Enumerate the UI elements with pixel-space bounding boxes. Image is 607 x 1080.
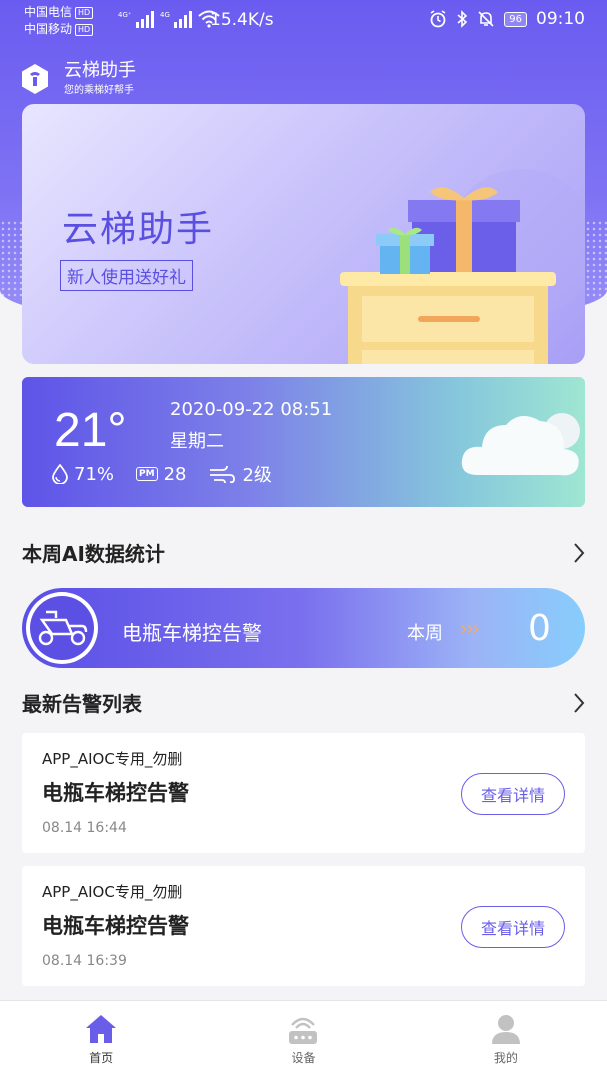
bluetooth-icon <box>457 10 468 28</box>
status-bar: 中国电信 HD 中国移动 HD 4G⁺ 4G 15.4K/s 96 09:10 <box>0 0 607 42</box>
signal-4g-icon: 4G⁺ <box>118 11 154 28</box>
decor-dots-right <box>585 220 607 300</box>
carrier-2: 中国移动 <box>24 22 73 36</box>
app-logo-icon <box>22 64 48 94</box>
weekly-stats-title: 本周AI数据统计 <box>22 542 165 566</box>
mute-icon <box>478 11 494 27</box>
alerts-title: 最新告警列表 <box>22 692 142 716</box>
tab-home[interactable]: 首页 <box>0 1001 202 1080</box>
tab-devices-label: 设备 <box>291 1051 316 1065</box>
view-details-button[interactable]: 查看详情 <box>461 773 565 815</box>
tab-devices[interactable]: 设备 <box>202 1001 404 1080</box>
svg-text:4G⁺: 4G⁺ <box>118 11 132 19</box>
alert-time: 08.14 16:39 <box>42 953 127 969</box>
user-icon <box>491 1015 520 1044</box>
weather-card: 21° 2020-09-22 08:51 星期二 71% PM 28 2级 <box>22 377 585 507</box>
wind-value: 2级 <box>242 465 272 486</box>
chevron-right-icon[interactable] <box>573 692 585 714</box>
app-subtitle: 您的乘梯好帮手 <box>64 85 134 96</box>
alert-title: 电瓶车梯控告警 <box>42 914 189 938</box>
wind-level: 2级 <box>208 461 272 487</box>
pm-icon: PM <box>136 467 158 481</box>
alert-source: APP_AIOC专用_勿删 <box>42 750 183 768</box>
weather-datetime: 2020-09-22 08:51 <box>170 399 333 420</box>
hd-badge: HD <box>75 6 94 19</box>
weekly-stats-header[interactable]: 本周AI数据统计 <box>22 538 585 567</box>
stat-period: 本周 <box>407 623 443 644</box>
gift-cabinet-illustration <box>340 169 585 364</box>
tab-profile-label: 我的 <box>493 1051 518 1065</box>
pm-value: 28 <box>163 463 187 485</box>
stat-label: 电瓶车梯控告警 <box>122 621 262 645</box>
home-icon <box>86 1015 117 1043</box>
scooter-icon-badge <box>26 592 98 664</box>
promo-banner[interactable]: 云梯助手 新人使用送好礼 <box>22 104 585 364</box>
stat-count: 0 <box>528 608 551 649</box>
app-header: 云梯助手 您的乘梯好帮手 <box>20 60 136 98</box>
banner-promo-button[interactable]: 新人使用送好礼 <box>60 260 193 291</box>
tab-home-label: 首页 <box>89 1051 114 1065</box>
weekly-alarm-stat-card[interactable]: 电瓶车梯控告警 本周 ››› 0 <box>22 588 585 668</box>
battery-indicator: 96 <box>504 11 527 27</box>
alarm-icon <box>430 10 446 28</box>
temperature: 21° <box>54 404 127 457</box>
scooter-icon <box>38 610 88 646</box>
tab-profile[interactable]: 我的 <box>405 1001 607 1080</box>
alert-list-item[interactable]: APP_AIOC专用_勿删 电瓶车梯控告警 08.14 16:39 查看详情 <box>22 866 585 986</box>
alerts-header[interactable]: 最新告警列表 <box>22 688 585 717</box>
clock: 09:10 <box>536 9 585 29</box>
banner-title: 云梯助手 <box>62 209 215 250</box>
wind-icon <box>210 465 236 484</box>
router-icon <box>289 1017 318 1044</box>
cloud-icon <box>461 413 580 476</box>
carrier-info: 中国电信 HD 中国移动 HD <box>24 4 94 38</box>
bottom-tab-bar: 首页 设备 我的 <box>0 1000 607 1080</box>
humidity: 71% <box>52 464 114 485</box>
alert-source: APP_AIOC专用_勿删 <box>42 883 183 901</box>
chevron-right-icon[interactable] <box>573 542 585 564</box>
carrier-1: 中国电信 <box>24 5 73 19</box>
signal-4g-icon-2: 4G <box>160 11 192 28</box>
weather-details: 71% PM 28 2级 <box>52 461 272 487</box>
alert-title: 电瓶车梯控告警 <box>42 781 189 805</box>
svg-text:4G: 4G <box>160 11 170 19</box>
app-title: 云梯助手 <box>64 60 136 81</box>
pm-level: PM 28 <box>136 464 186 485</box>
humidity-value: 71% <box>74 463 115 485</box>
alert-time: 08.14 16:44 <box>42 820 127 836</box>
view-details-button[interactable]: 查看详情 <box>461 906 565 948</box>
decor-dots-left <box>0 220 22 300</box>
hd-badge: HD <box>75 23 94 36</box>
humidity-drop-icon <box>52 464 68 484</box>
signal-icons: 4G⁺ 4G <box>118 10 220 28</box>
weather-weekday: 星期二 <box>170 431 224 452</box>
alert-list-item[interactable]: APP_AIOC专用_勿删 电瓶车梯控告警 08.14 16:44 查看详情 <box>22 733 585 853</box>
network-speed: 15.4K/s <box>210 10 274 30</box>
status-right: 96 09:10 <box>429 9 585 29</box>
stat-arrows-icon: ››› <box>460 616 480 640</box>
